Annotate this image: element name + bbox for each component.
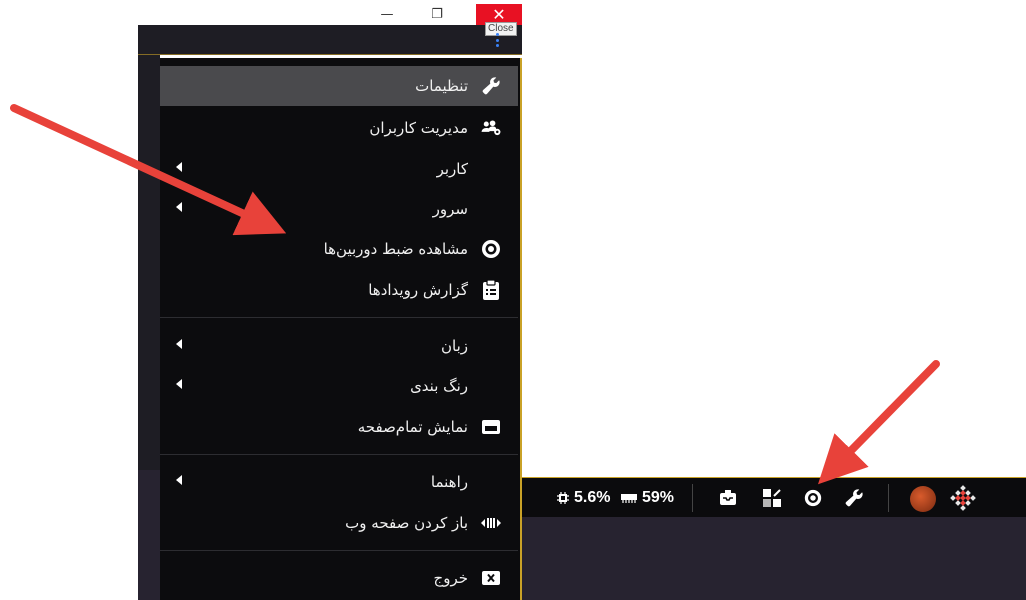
header-divider bbox=[138, 54, 522, 55]
recordings-button[interactable] bbox=[803, 486, 823, 510]
users-cog-icon bbox=[480, 117, 502, 139]
avatar[interactable] bbox=[910, 486, 936, 512]
submenu-arrow-icon bbox=[176, 379, 182, 389]
toolbar-divider bbox=[692, 484, 693, 512]
settings-menu: تنظیمات مدیریت کاربران کاربر سرور مشاهده… bbox=[160, 58, 522, 600]
menu-item-help[interactable]: راهنما bbox=[160, 462, 518, 502]
menu-divider bbox=[160, 317, 518, 318]
menu-item-label: گزارش رویدادها bbox=[368, 281, 468, 299]
record-eye-icon bbox=[804, 489, 822, 507]
wrench-icon bbox=[480, 75, 502, 97]
clipboard-list-icon bbox=[480, 279, 502, 301]
layout-button[interactable] bbox=[762, 486, 782, 510]
menu-item-language[interactable]: زبان bbox=[160, 326, 518, 366]
inbox-button[interactable] bbox=[718, 486, 738, 510]
ram-usage: 59% bbox=[620, 486, 674, 510]
memory-icon bbox=[621, 494, 637, 503]
menu-item-label: سرور bbox=[432, 200, 468, 218]
close-tooltip: Close bbox=[485, 22, 517, 36]
menu-item-label: مشاهده ضبط دوربین‌ها bbox=[323, 240, 468, 258]
submenu-arrow-icon bbox=[176, 475, 182, 485]
menu-item-fullscreen[interactable]: نمایش تمام‌صفحه bbox=[160, 407, 518, 447]
submenu-arrow-icon bbox=[176, 339, 182, 349]
app-logo-button[interactable] bbox=[950, 485, 976, 511]
menu-divider bbox=[160, 550, 518, 551]
cpu-usage: 5.6% bbox=[556, 486, 610, 510]
ram-usage-value: 59% bbox=[642, 489, 675, 506]
menu-item-user-management[interactable]: مدیریت کاربران bbox=[160, 108, 518, 148]
menu-item-label: راهنما bbox=[430, 473, 468, 491]
submenu-arrow-icon bbox=[176, 202, 182, 212]
record-eye-icon bbox=[480, 238, 502, 260]
menu-item-server[interactable]: سرور bbox=[160, 189, 518, 229]
menu-divider bbox=[160, 454, 518, 455]
menu-item-open-web[interactable]: باز کردن صفحه وب bbox=[160, 503, 518, 543]
app-left-panel-lower bbox=[138, 470, 160, 600]
menu-item-user[interactable]: کاربر bbox=[160, 149, 518, 189]
cpu-icon bbox=[557, 492, 569, 504]
menu-item-color-theme[interactable]: رنگ بندی bbox=[160, 366, 518, 406]
menu-item-label: تنظیمات bbox=[415, 77, 468, 95]
menu-item-camera-recordings[interactable]: مشاهده ضبط دوربین‌ها bbox=[160, 229, 518, 269]
wrench-icon bbox=[845, 489, 863, 507]
status-toolbar: 5.6% 59% bbox=[522, 477, 1026, 517]
submenu-arrow-icon bbox=[176, 162, 182, 172]
close-box-icon bbox=[480, 567, 502, 589]
app-header bbox=[138, 25, 522, 55]
minimize-button[interactable]: — bbox=[364, 4, 410, 25]
menu-item-label: کاربر bbox=[436, 160, 468, 178]
menu-item-label: مدیریت کاربران bbox=[369, 119, 468, 137]
kebab-menu-icon[interactable] bbox=[496, 33, 500, 47]
menu-item-label: خروج bbox=[433, 569, 468, 587]
menu-item-label: نمایش تمام‌صفحه bbox=[357, 418, 468, 436]
menu-item-label: زبان bbox=[440, 337, 468, 355]
web-route-icon bbox=[480, 512, 502, 534]
annotation-arrow-toolbar bbox=[817, 360, 940, 485]
window-icon bbox=[480, 416, 502, 438]
maximize-button[interactable]: ❐ bbox=[414, 4, 460, 25]
toolbar-divider bbox=[888, 484, 889, 512]
settings-button[interactable] bbox=[844, 486, 864, 510]
menu-item-label: رنگ بندی bbox=[410, 377, 468, 395]
layout-edit-icon bbox=[763, 489, 781, 507]
cpu-usage-value: 5.6% bbox=[574, 489, 611, 506]
menu-item-label: باز کردن صفحه وب bbox=[345, 514, 468, 532]
menu-item-settings[interactable]: تنظیمات bbox=[160, 66, 518, 106]
inbox-icon bbox=[720, 490, 736, 505]
app-content-area bbox=[522, 517, 1026, 600]
menu-item-event-report[interactable]: گزارش رویدادها bbox=[160, 270, 518, 310]
app-logo-icon bbox=[950, 485, 976, 511]
menu-item-exit[interactable]: خروج bbox=[160, 558, 518, 598]
